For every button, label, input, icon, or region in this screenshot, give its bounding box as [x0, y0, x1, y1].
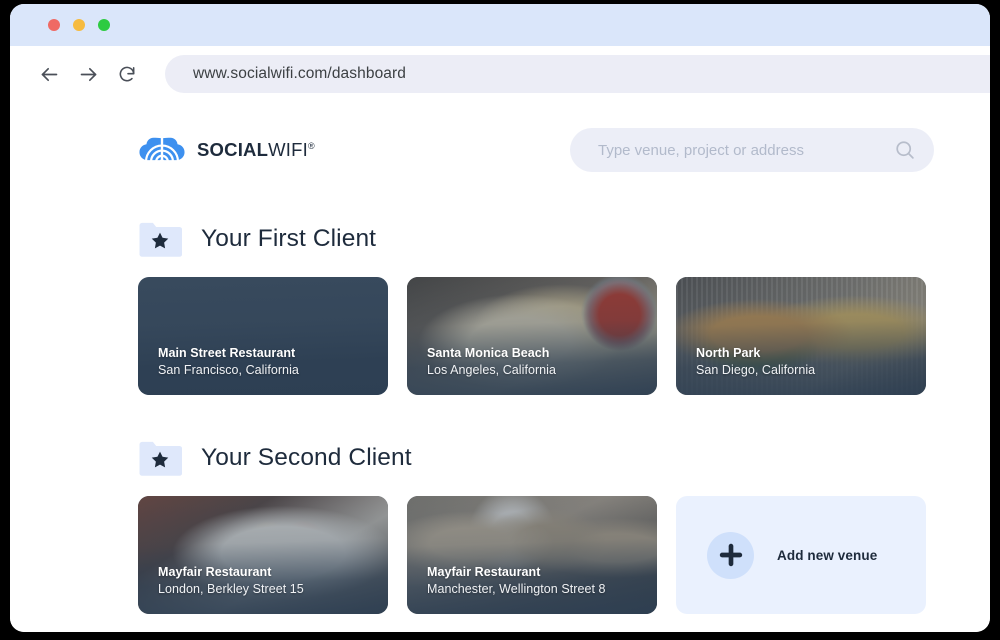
url-text: www.socialwifi.com/dashboard: [193, 65, 406, 82]
forward-button[interactable]: [73, 59, 103, 89]
address-bar[interactable]: www.socialwifi.com/dashboard: [165, 55, 990, 93]
dashboard-page: SOCIALWIFI® Your First Client Main Street…: [10, 102, 990, 632]
window-controls: [48, 19, 110, 31]
venue-card[interactable]: Main Street Restaurant San Francisco, Cal…: [138, 277, 388, 395]
venue-card[interactable]: North Park San Diego, California: [676, 277, 926, 395]
plus-icon: [707, 531, 754, 579]
venue-card[interactable]: Santa Monica Beach Los Angeles, Californi…: [407, 277, 657, 395]
venue-name: Santa Monica Beach: [427, 345, 550, 360]
venue-card[interactable]: Mayfair Restaurant London, Berkley Street…: [138, 496, 388, 614]
venue-name: Mayfair Restaurant: [427, 564, 541, 579]
back-button[interactable]: [34, 59, 64, 89]
arrow-right-icon: [78, 64, 99, 85]
venue-location: Manchester, Wellington Street 8: [427, 581, 606, 596]
venue-location: San Francisco, California: [158, 362, 299, 377]
socialwifi-cloud-logo-icon: [138, 133, 186, 167]
brand-name-bold: SOCIAL: [197, 139, 269, 160]
close-window-button[interactable]: [48, 19, 60, 31]
brand-name-light: WIFI: [268, 139, 308, 160]
client-section: Your First Client Main Street Restaurant S…: [10, 220, 990, 395]
search-bar[interactable]: [570, 128, 934, 172]
browser-title-bar: [10, 4, 990, 46]
minimize-window-button[interactable]: [73, 19, 85, 31]
venue-card-row: Mayfair Restaurant London, Berkley Street…: [138, 496, 990, 614]
client-section-header: Your Second Client: [138, 439, 990, 477]
search-input[interactable]: [598, 141, 894, 159]
client-section-header: Your First Client: [138, 220, 990, 258]
client-section-title: Your Second Client: [201, 444, 412, 471]
folder-star-icon: [138, 439, 182, 477]
venue-location: San Diego, California: [696, 362, 816, 377]
add-new-venue-card[interactable]: Add new venue: [676, 496, 926, 614]
venue-location: Los Angeles, California: [427, 362, 557, 377]
reload-icon: [117, 64, 137, 84]
arrow-left-icon: [39, 64, 60, 85]
add-new-venue-label: Add new venue: [777, 547, 878, 563]
client-section-title: Your First Client: [201, 225, 377, 252]
search-icon[interactable]: [894, 139, 916, 161]
venue-name: Main Street Restaurant: [158, 345, 296, 360]
venue-name: Mayfair Restaurant: [158, 564, 272, 579]
venue-label: Mayfair Restaurant London, Berkley Street…: [158, 564, 372, 598]
client-section: Your Second Client Mayfair Restaurant Lond…: [10, 439, 990, 614]
reload-button[interactable]: [112, 59, 142, 89]
venue-label: Santa Monica Beach Los Angeles, Californi…: [427, 345, 641, 379]
browser-window: www.socialwifi.com/dashboard SOCIALWIFI®…: [10, 4, 990, 632]
venue-label: Mayfair Restaurant Manchester, Wellington…: [427, 564, 641, 598]
app-header: SOCIALWIFI®: [10, 102, 990, 176]
venue-name: North Park: [696, 345, 761, 360]
registered-mark: ®: [307, 140, 315, 151]
venue-location: London, Berkley Street 15: [158, 581, 304, 596]
brand-name: SOCIALWIFI®: [197, 139, 315, 161]
maximize-window-button[interactable]: [98, 19, 110, 31]
venue-label: North Park San Diego, California: [696, 345, 910, 379]
venue-label: Main Street Restaurant San Francisco, Cal…: [158, 345, 372, 379]
client-sections: Your First Client Main Street Restaurant S…: [10, 220, 990, 614]
browser-toolbar: www.socialwifi.com/dashboard: [10, 46, 990, 102]
folder-star-icon: [138, 220, 182, 258]
brand-logo[interactable]: SOCIALWIFI®: [138, 133, 315, 167]
venue-card-row: Main Street Restaurant San Francisco, Cal…: [138, 277, 990, 395]
venue-card[interactable]: Mayfair Restaurant Manchester, Wellington…: [407, 496, 657, 614]
